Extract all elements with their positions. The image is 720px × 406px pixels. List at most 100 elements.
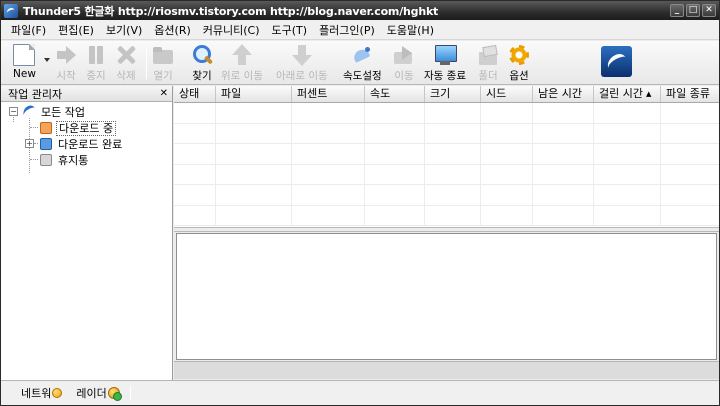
- stop-button-label: 중지: [86, 70, 106, 82]
- empty-row: [174, 123, 719, 144]
- open-folder-icon: [152, 44, 174, 66]
- column-size[interactable]: 크기: [425, 86, 481, 102]
- window-title: Thunder5 한글화 http://riosmv.tistory.com h…: [23, 4, 439, 18]
- menu-edit[interactable]: 편집(E): [52, 22, 100, 38]
- move-up-button[interactable]: 위로 이동: [221, 44, 263, 84]
- new-dropdown-arrow-icon[interactable]: [44, 58, 50, 62]
- options-button[interactable]: 옵션: [508, 44, 530, 84]
- menu-tools[interactable]: 도구(T): [266, 22, 314, 38]
- title-bar[interactable]: Thunder5 한글화 http://riosmv.tistory.com h…: [1, 1, 719, 20]
- find-button-label: 찾기: [192, 70, 212, 82]
- new-document-icon: [13, 44, 36, 66]
- move-down-button[interactable]: 아래로 이동: [276, 44, 328, 84]
- column-elapsed-time-label: 걸린 시간: [599, 87, 643, 100]
- column-percent[interactable]: 퍼센트: [292, 86, 365, 102]
- menu-options[interactable]: 옵션(R): [148, 22, 196, 38]
- task-manager-title: 작업 관리자: [8, 87, 63, 101]
- column-seeds[interactable]: 시드: [481, 86, 533, 102]
- options-button-label: 옵션: [509, 70, 529, 82]
- sort-ascending-icon: ▲: [645, 90, 652, 98]
- ray-status-icon: [107, 387, 122, 401]
- stop-button[interactable]: 중지: [85, 44, 107, 84]
- search-icon: [191, 44, 213, 66]
- find-button[interactable]: 찾기: [191, 44, 213, 84]
- delete-button[interactable]: 삭제: [115, 44, 137, 84]
- folder-button[interactable]: 폴더: [477, 44, 499, 84]
- tree-label-downloading: 다운로드 중: [56, 120, 117, 136]
- close-button[interactable]: ✕: [702, 4, 716, 17]
- start-button-label: 시작: [56, 70, 76, 82]
- column-status[interactable]: 상태: [174, 86, 216, 102]
- tree-item-completed[interactable]: + 다운로드 완료: [1, 136, 172, 152]
- ray-status[interactable]: 레이더: [62, 385, 122, 401]
- menu-help[interactable]: 도움말(H): [381, 22, 440, 38]
- tree-label-completed: 다운로드 완료: [58, 138, 123, 151]
- download-list-header: 상태 파일 퍼센트 속도 크기 시드 남은 시간 걸린 시간 ▲ 파일 종류: [174, 86, 719, 103]
- menu-bar: 파일(F) 편집(E) 보기(V) 옵션(R) 커뮤니티(C) 도구(T) 플러…: [1, 20, 719, 40]
- start-button[interactable]: 시작: [55, 44, 77, 84]
- network-status-label: 네트워: [21, 387, 52, 400]
- move-folder-icon: [393, 44, 415, 66]
- move-button[interactable]: 이동: [393, 44, 415, 84]
- down-arrow-icon: [291, 44, 313, 66]
- pause-icon: [85, 44, 107, 66]
- task-manager-header: 작업 관리자 ✕: [1, 86, 172, 102]
- pane-splitter[interactable]: [174, 227, 719, 232]
- menu-plugins[interactable]: 플러그인(P): [313, 22, 381, 38]
- move-down-button-label: 아래로 이동: [276, 70, 328, 82]
- up-arrow-icon: [231, 44, 253, 66]
- pane-close-icon[interactable]: ✕: [160, 88, 168, 99]
- status-bar: 네트워 레이더: [1, 380, 719, 405]
- toolbar-separator: [146, 47, 147, 79]
- download-list[interactable]: [174, 103, 719, 227]
- tree-item-all-tasks[interactable]: − 모든 작업: [1, 103, 172, 121]
- tree-item-downloading[interactable]: 다운로드 중: [1, 120, 172, 136]
- menu-file[interactable]: 파일(F): [5, 22, 52, 38]
- move-up-button-label: 위로 이동: [221, 70, 263, 82]
- trash-icon: [40, 154, 52, 166]
- menu-community[interactable]: 커뮤니티(C): [197, 22, 266, 38]
- network-status[interactable]: 네트워: [1, 385, 63, 401]
- network-status-icon: [52, 388, 63, 398]
- delete-x-icon: [115, 44, 137, 66]
- task-tree: − 모든 작업 다운로드 중 + 다운로드 완료 휴지통: [1, 102, 172, 173]
- empty-row: [174, 205, 719, 226]
- move-button-label: 이동: [394, 70, 414, 82]
- column-elapsed-time[interactable]: 걸린 시간 ▲: [594, 86, 661, 102]
- folder-box-icon: [477, 44, 499, 66]
- gear-icon: [508, 44, 530, 66]
- horizontal-scrollbar[interactable]: [174, 361, 719, 379]
- menu-view[interactable]: 보기(V): [100, 22, 148, 38]
- collapse-icon[interactable]: −: [9, 107, 18, 116]
- open-button-label: 열기: [153, 70, 173, 82]
- delete-button-label: 삭제: [116, 70, 136, 82]
- empty-row: [174, 103, 719, 124]
- downloading-icon: [40, 122, 52, 134]
- empty-row: [174, 144, 719, 165]
- monitor-icon: [434, 44, 457, 66]
- thunder-bird-icon: [21, 103, 38, 121]
- auto-exit-label: 자동 종료: [424, 70, 466, 82]
- ray-status-label: 레이더: [76, 387, 107, 400]
- tree-item-trash[interactable]: 휴지통: [1, 152, 172, 168]
- auto-exit-button[interactable]: 자동 종료: [424, 44, 466, 84]
- thunder-app-icon: [4, 3, 18, 18]
- expand-icon[interactable]: +: [25, 139, 34, 148]
- app-window: Thunder5 한글화 http://riosmv.tistory.com h…: [0, 0, 720, 406]
- speed-icon: [351, 44, 373, 66]
- folder-button-label: 폴더: [478, 70, 498, 82]
- maximize-button[interactable]: □: [686, 4, 700, 17]
- new-button-label: New: [13, 68, 36, 80]
- minimize-button[interactable]: _: [670, 4, 684, 17]
- column-remaining-time[interactable]: 남은 시간: [533, 86, 594, 102]
- thunder-logo-icon: [601, 46, 632, 77]
- completed-check-icon: [40, 138, 52, 150]
- detail-pane[interactable]: [176, 233, 717, 360]
- column-file[interactable]: 파일: [216, 86, 292, 102]
- new-button[interactable]: New: [13, 44, 36, 84]
- open-button[interactable]: 열기: [152, 44, 174, 84]
- status-separator: [129, 386, 131, 400]
- speed-settings-button[interactable]: 속도설정: [343, 44, 382, 84]
- column-speed[interactable]: 속도: [365, 86, 425, 102]
- column-file-type[interactable]: 파일 종류: [661, 86, 719, 102]
